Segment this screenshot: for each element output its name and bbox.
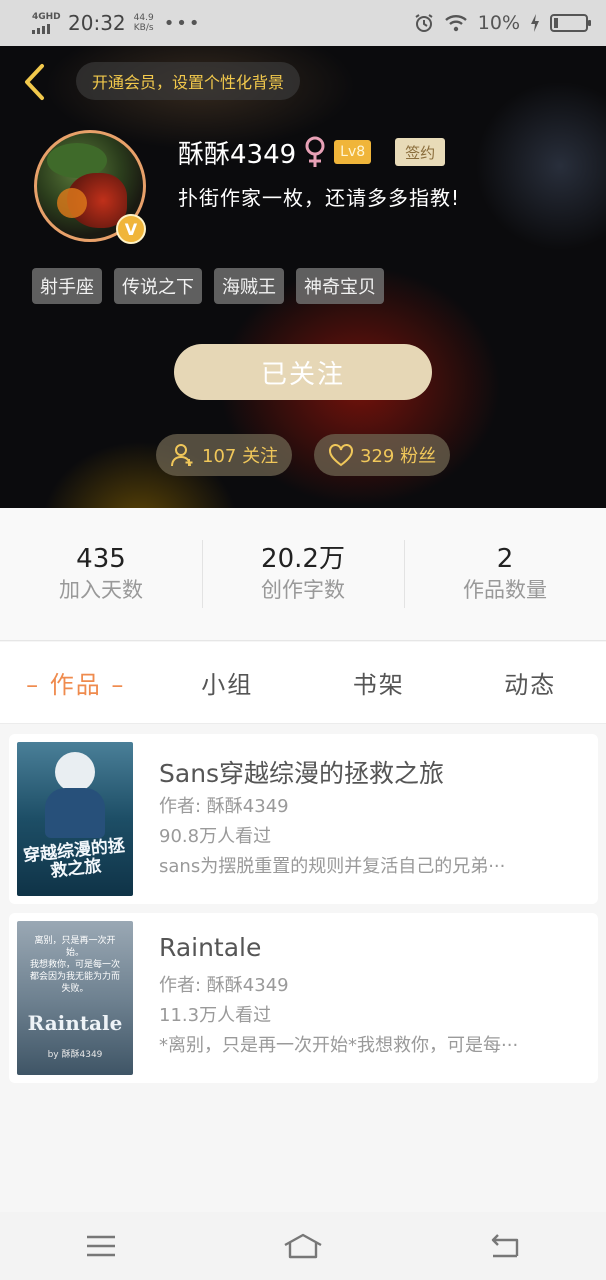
stat-word-count: 20.2万 创作字数	[202, 538, 404, 610]
menu-icon	[87, 1235, 115, 1257]
book-author: 作者: 酥酥4349	[159, 796, 289, 817]
tab-bar: – 作品 – 小组 书架 动态	[0, 642, 606, 724]
battery-percent: 10%	[477, 12, 520, 34]
home-button[interactable]	[273, 1221, 333, 1271]
book-title: Raintale	[159, 933, 262, 962]
clock: 20:32	[68, 11, 126, 35]
follow-button[interactable]: 已关注	[174, 344, 432, 400]
network-type: 4GHD	[32, 11, 61, 22]
status-bar: 4GHD 20:32 44.9 KB/s ••• 10%	[0, 0, 606, 46]
username: 酥酥4349	[178, 139, 297, 170]
stats-row: 435 加入天数 20.2万 创作字数 2 作品数量	[0, 508, 606, 641]
tag[interactable]: 神奇宝贝	[296, 268, 384, 304]
stat-label: 创作字数	[261, 578, 345, 602]
book-description: sans为摆脱重置的规则并复活自己的兄弟···	[159, 856, 506, 877]
book-description: *离别，只是再一次开始*我想救你，可是每···	[159, 1035, 519, 1056]
stat-value: 20.2万	[261, 544, 345, 574]
system-nav-bar	[0, 1212, 606, 1280]
back-nav-button[interactable]	[475, 1221, 535, 1271]
more-notifications-icon: •••	[163, 12, 202, 34]
list-item[interactable]: 穿越综漫的拯救之旅 Sans穿越综漫的拯救之旅 作者: 酥酥4349 90.8万…	[9, 734, 598, 904]
stat-value: 435	[76, 544, 126, 574]
fans-button[interactable]: 329 粉丝	[314, 434, 451, 476]
fans-count: 329 粉丝	[360, 446, 437, 467]
tag[interactable]: 射手座	[32, 268, 102, 304]
profile-header: 开通会员，设置个性化背景 V 酥酥4349 Lv8 签约 扑街作家一枚，还请多多…	[0, 46, 606, 508]
speed-unit: KB/s	[133, 23, 154, 33]
cover-quote: 离别，只是再一次开始。 我想救你，可是每一次都会因为我无能为力而失败。	[27, 935, 123, 995]
tab-groups[interactable]: 小组	[152, 665, 304, 700]
stat-value: 2	[496, 544, 514, 574]
female-icon	[305, 136, 325, 167]
cover-title: Raintale	[27, 1011, 123, 1035]
network-speed: 44.9 KB/s	[134, 13, 154, 33]
return-icon	[491, 1234, 519, 1258]
following-count: 107 关注	[202, 446, 279, 467]
book-cover: 穿越综漫的拯救之旅	[17, 742, 133, 896]
signal-icon	[32, 23, 58, 34]
book-title: Sans穿越综漫的拯救之旅	[159, 759, 445, 788]
tag[interactable]: 传说之下	[114, 268, 202, 304]
chevron-left-icon	[25, 64, 44, 100]
level-badge: Lv8	[334, 140, 372, 164]
list-item[interactable]: 离别，只是再一次开始。 我想救你，可是每一次都会因为我无能为力而失败。 Rain…	[9, 913, 598, 1083]
wifi-icon	[444, 15, 467, 32]
alarm-icon	[415, 14, 433, 32]
cover-quote-line: 离别，只是再一次开始。	[34, 936, 116, 958]
avatar-container[interactable]: V	[34, 130, 146, 244]
stat-works-count: 2 作品数量	[404, 538, 606, 610]
stat-days-joined: 435 加入天数	[0, 538, 202, 610]
tag[interactable]: 海贼王	[214, 268, 284, 304]
charging-icon	[531, 14, 539, 32]
stat-label: 加入天数	[59, 578, 143, 602]
tag-list: 射手座 传说之下 海贼王 神奇宝贝	[32, 268, 384, 304]
book-views: 90.8万人看过	[159, 826, 272, 847]
book-views: 11.3万人看过	[159, 1005, 272, 1026]
bio: 扑街作家一枚，还请多多指教!	[178, 186, 461, 210]
vip-banner[interactable]: 开通会员，设置个性化背景	[76, 62, 301, 100]
tab-bookshelf[interactable]: 书架	[303, 665, 455, 700]
following-button[interactable]: 107 关注	[156, 434, 293, 476]
tab-activity[interactable]: 动态	[455, 665, 606, 700]
battery-icon	[550, 14, 591, 32]
name-row: 酥酥4349 Lv8 签约	[178, 132, 446, 172]
verified-badge: V	[116, 214, 146, 244]
book-author: 作者: 酥酥4349	[159, 975, 289, 996]
add-user-icon	[171, 444, 193, 467]
cover-author: by 酥酥4349	[47, 1050, 103, 1060]
tab-works[interactable]: – 作品 –	[0, 665, 152, 700]
heart-icon	[329, 444, 353, 467]
menu-button[interactable]	[71, 1221, 131, 1271]
book-cover: 离别，只是再一次开始。 我想救你，可是每一次都会因为我无能为力而失败。 Rain…	[17, 921, 133, 1075]
signed-badge: 签约	[395, 138, 446, 166]
cover-quote-line: 我想救你，可是每一次都会因为我无能为力而失败。	[29, 960, 120, 994]
network-indicator: 4GHD	[32, 11, 61, 34]
back-button[interactable]	[14, 60, 54, 104]
home-icon	[284, 1233, 322, 1259]
stat-label: 作品数量	[463, 578, 547, 602]
speed-value: 44.9	[133, 13, 154, 23]
cover-title: 穿越综漫的拯救之旅	[22, 835, 126, 882]
